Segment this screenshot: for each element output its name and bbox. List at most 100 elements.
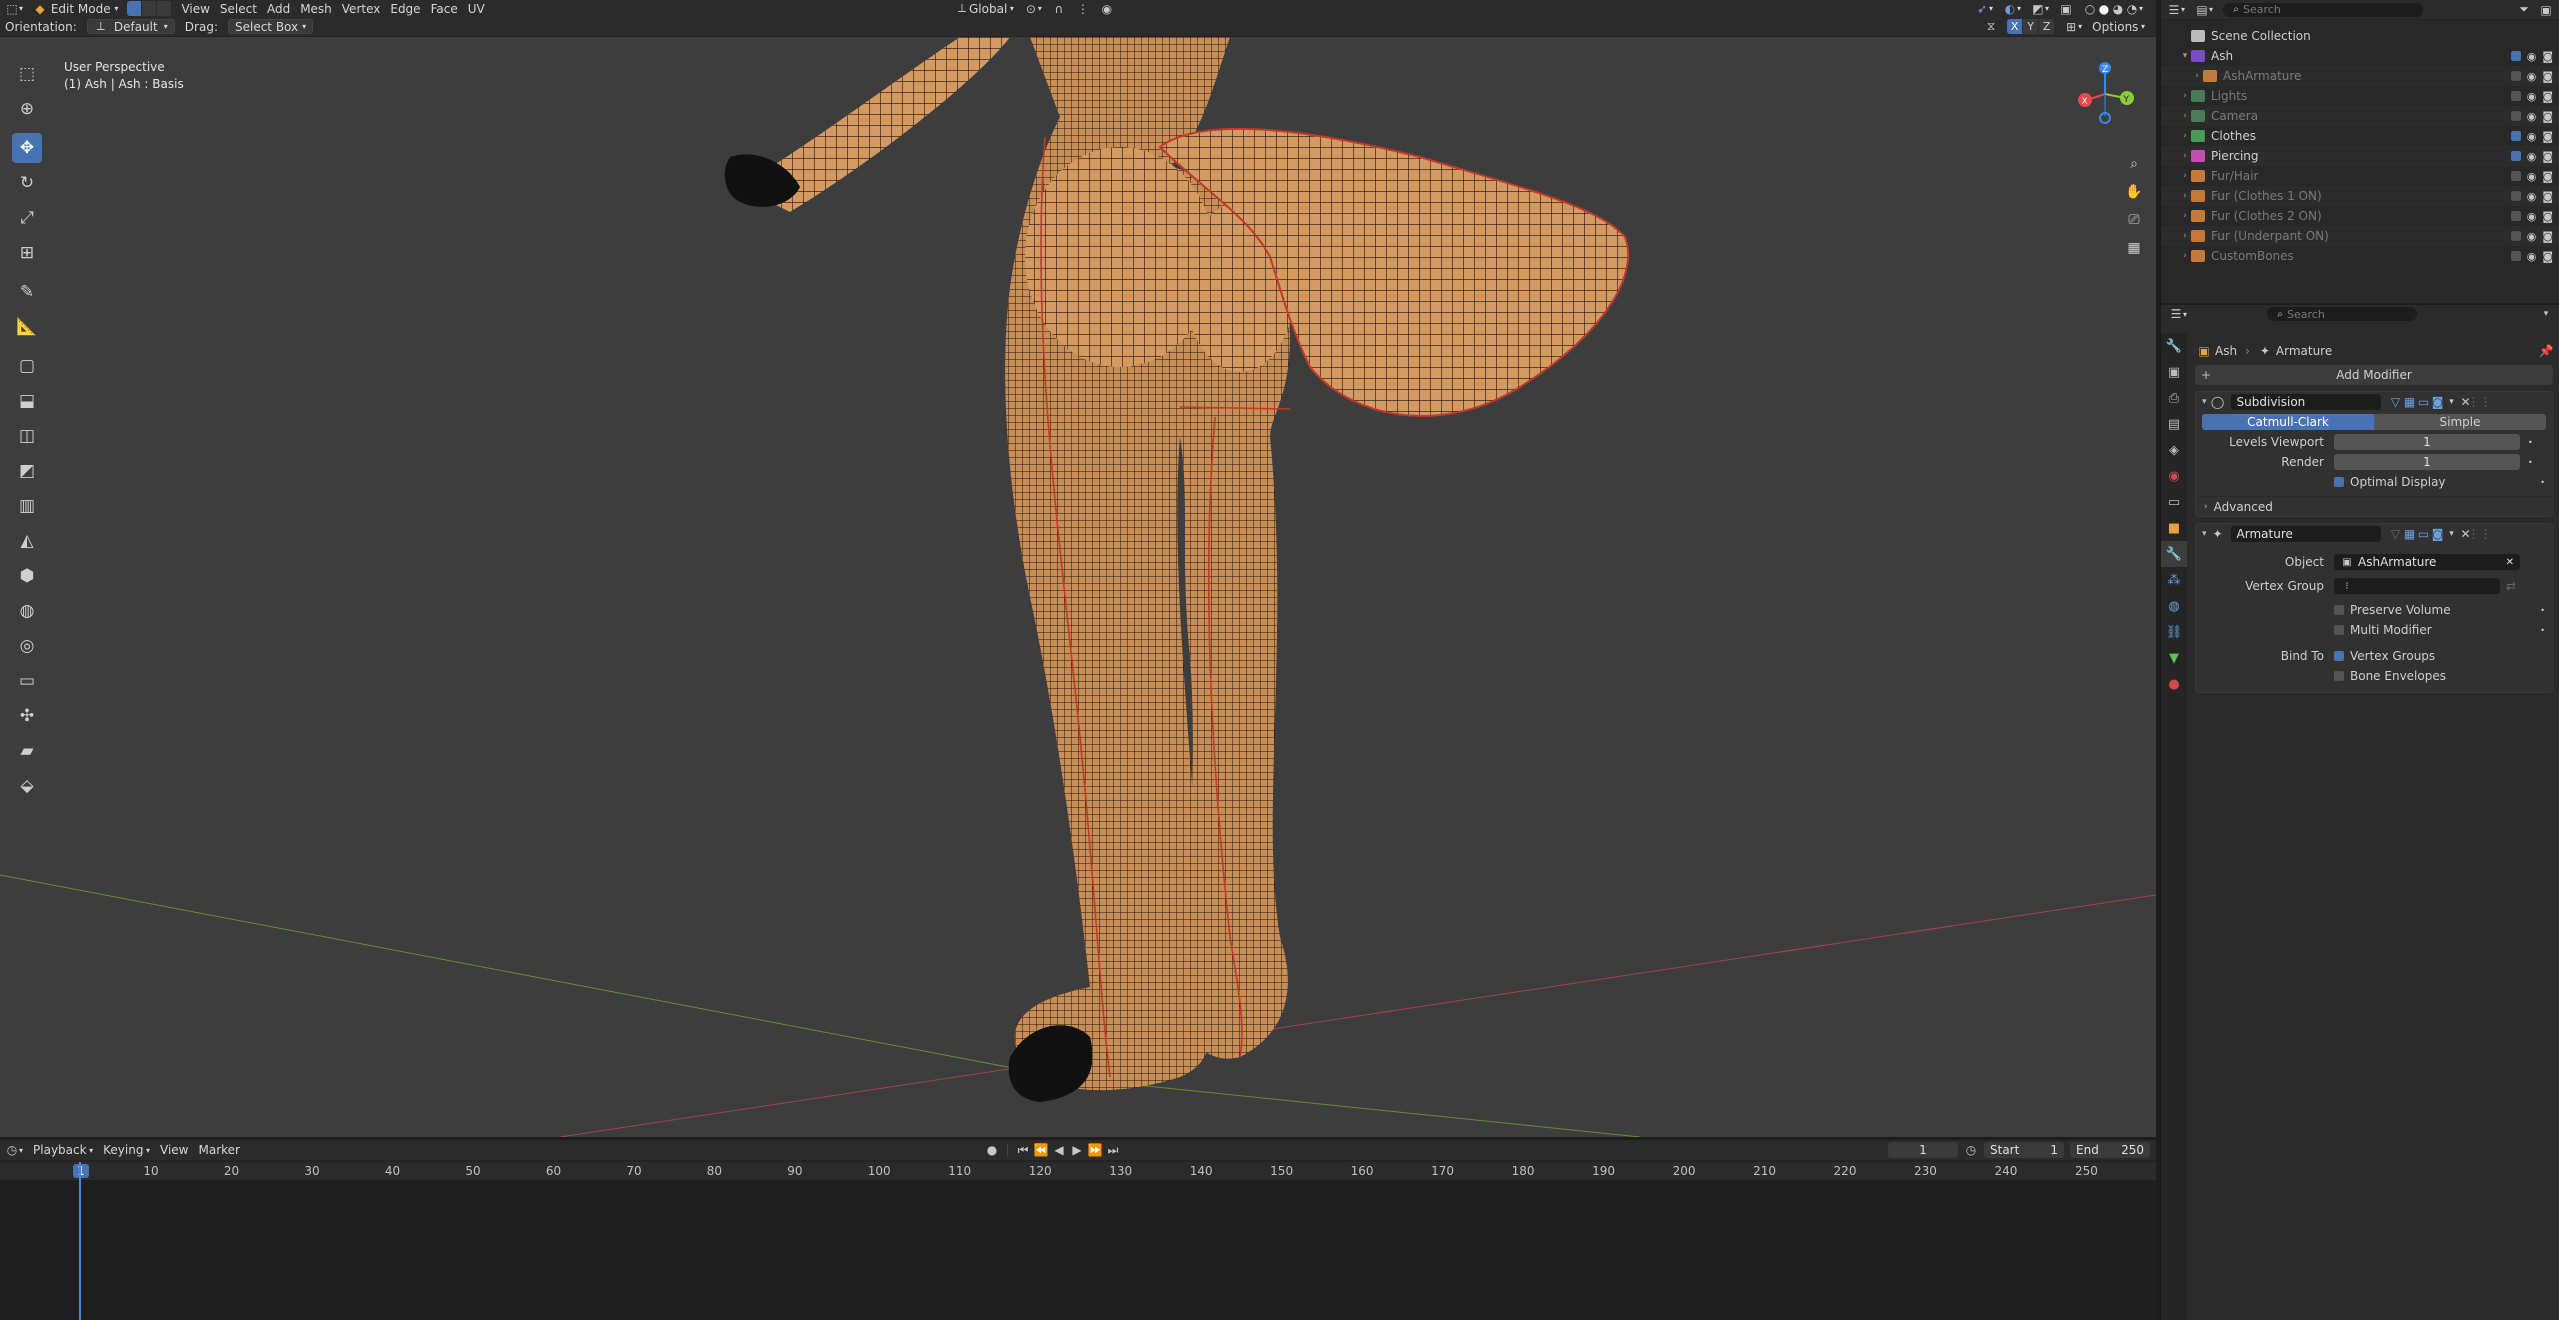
add-modifier-button[interactable]: + Add Modifier bbox=[2195, 365, 2553, 385]
outliner-editor-icon[interactable]: ☰ bbox=[2167, 3, 2181, 17]
mirror-icon-button[interactable]: ⧖ bbox=[1979, 19, 2003, 35]
extrude-tool[interactable]: ⬓ bbox=[12, 386, 42, 416]
timeline-ruler[interactable]: 1102030405060708090100110120130140150160… bbox=[0, 1162, 2156, 1180]
eye-icon[interactable]: ◉ bbox=[2527, 90, 2537, 103]
subdivision-name-field[interactable]: Subdivision bbox=[2230, 394, 2381, 410]
render-toggle-icon[interactable]: ◙ bbox=[2431, 527, 2445, 541]
annotate-tool[interactable]: ✎ bbox=[12, 277, 42, 307]
outliner-item[interactable]: › Camera ◉ ◙ bbox=[2161, 106, 2559, 126]
shear-tool[interactable]: ▰ bbox=[12, 736, 42, 766]
chevron-down-icon[interactable]: ▾ bbox=[2202, 397, 2207, 407]
clear-icon[interactable]: ✕ bbox=[2506, 557, 2514, 568]
exclude-checkbox[interactable] bbox=[2510, 211, 2521, 221]
tab-data[interactable]: ▼ bbox=[2161, 645, 2187, 671]
menu-keying[interactable]: Keying ▾ bbox=[98, 1142, 155, 1158]
transform-tool[interactable]: ⊞ bbox=[12, 238, 42, 268]
cursor-tool[interactable]: ⊕ bbox=[12, 94, 42, 124]
menu-select[interactable]: Select bbox=[215, 1, 262, 17]
vertex-groups-checkbox[interactable] bbox=[2334, 651, 2344, 661]
tab-simple[interactable]: Simple bbox=[2374, 414, 2546, 430]
exclude-checkbox[interactable] bbox=[2510, 251, 2521, 261]
new-collection-icon[interactable]: ▣ bbox=[2539, 3, 2553, 17]
ortho-toggle-button[interactable]: ▦ bbox=[2122, 236, 2146, 260]
filter-icon[interactable]: ⏷ bbox=[2517, 2, 2531, 17]
render-levels-field[interactable]: 1 bbox=[2334, 454, 2520, 470]
bevel-tool[interactable]: ◩ bbox=[12, 456, 42, 486]
end-frame-field[interactable]: End 250 bbox=[2070, 1142, 2150, 1158]
chevron-right-icon[interactable]: › bbox=[2179, 91, 2191, 101]
optimal-display-checkbox[interactable] bbox=[2334, 477, 2344, 487]
advanced-subpanel[interactable]: › Advanced bbox=[2196, 496, 2552, 516]
camera-icon[interactable]: ◙ bbox=[2542, 210, 2553, 223]
drag-handle-icon[interactable]: ⋮⋮ bbox=[2468, 395, 2492, 409]
tab-constraints[interactable]: ⛓ bbox=[2161, 619, 2187, 645]
pan-button[interactable]: ✋ bbox=[2122, 180, 2146, 204]
rip-region-tool[interactable]: ⬙ bbox=[12, 771, 42, 801]
xray-toggle[interactable]: ▣ bbox=[2054, 1, 2078, 17]
keyframe-dot-icon[interactable]: • bbox=[2540, 626, 2545, 635]
vertex-select-button[interactable] bbox=[127, 1, 143, 16]
tab-catmull-clark[interactable]: Catmull-Clark bbox=[2202, 414, 2374, 430]
timeline-keyframe-area[interactable] bbox=[0, 1162, 2156, 1320]
spin-tool[interactable]: ◍ bbox=[12, 596, 42, 626]
chevron-right-icon[interactable]: › bbox=[2191, 71, 2203, 81]
exclude-checkbox[interactable] bbox=[2510, 71, 2521, 81]
outliner-item[interactable]: › Clothes ◉ ◙ bbox=[2161, 126, 2559, 146]
outliner-item[interactable]: › CustomBones ◉ ◙ bbox=[2161, 246, 2559, 266]
keyframe-dot-icon[interactable]: • bbox=[2528, 438, 2533, 447]
preserve-volume-checkbox[interactable] bbox=[2334, 605, 2344, 615]
overlay-toggle[interactable]: ◐ ▾ bbox=[1998, 1, 2026, 17]
dropdown-icon[interactable]: ▾ bbox=[2445, 395, 2459, 409]
prev-keyframe-icon[interactable]: ⏪ bbox=[1034, 1143, 1049, 1157]
eye-icon[interactable]: ◉ bbox=[2527, 130, 2537, 143]
chevron-right-icon[interactable]: › bbox=[2179, 251, 2191, 261]
camera-icon[interactable]: ◙ bbox=[2542, 230, 2553, 243]
menu-marker[interactable]: Marker bbox=[193, 1142, 244, 1158]
tab-object[interactable]: ■ bbox=[2161, 515, 2187, 541]
eye-icon[interactable]: ◉ bbox=[2527, 50, 2537, 63]
outliner-search[interactable]: ⌕ Search bbox=[2223, 2, 2424, 17]
snap-toggle[interactable]: ∩ bbox=[1047, 1, 1071, 17]
menu-timeline-view[interactable]: View bbox=[155, 1142, 193, 1158]
outliner-item[interactable]: › Fur (Clothes 1 ON) ◉ ◙ bbox=[2161, 186, 2559, 206]
add-cube-tool[interactable]: ▢ bbox=[12, 351, 42, 381]
chevron-down-icon[interactable]: ▾ bbox=[2179, 51, 2191, 61]
menu-face[interactable]: Face bbox=[426, 1, 463, 17]
eye-icon[interactable]: ◉ bbox=[2527, 250, 2537, 263]
tab-scene[interactable]: ◈ bbox=[2161, 437, 2187, 463]
render-toggle-icon[interactable]: ◙ bbox=[2431, 395, 2445, 409]
camera-icon[interactable]: ◙ bbox=[2542, 90, 2553, 103]
display-mode-icon[interactable]: ▤ bbox=[2195, 3, 2209, 17]
menu-mesh[interactable]: Mesh bbox=[295, 1, 337, 17]
chevron-right-icon[interactable]: › bbox=[2179, 231, 2191, 241]
multi-modifier-checkbox[interactable] bbox=[2334, 625, 2344, 635]
exclude-checkbox[interactable] bbox=[2510, 231, 2521, 241]
move-tool[interactable]: ✥ bbox=[12, 133, 42, 163]
edit-mode-toggle-icon[interactable]: ▽ bbox=[2389, 527, 2403, 541]
face-select-button[interactable] bbox=[157, 1, 173, 16]
camera-icon[interactable]: ◙ bbox=[2542, 190, 2553, 203]
tab-view-layer[interactable]: ▤ bbox=[2161, 411, 2187, 437]
menu-edge[interactable]: Edge bbox=[385, 1, 425, 17]
select-box-tool[interactable]: ⬚ bbox=[12, 59, 42, 89]
eye-icon[interactable]: ◉ bbox=[2527, 170, 2537, 183]
tab-physics[interactable]: ◍ bbox=[2161, 593, 2187, 619]
gizmo-toggle[interactable]: ➶ ▾ bbox=[1970, 1, 1998, 17]
mirror-z-toggle[interactable]: Z bbox=[2039, 19, 2056, 34]
editor-type-button[interactable]: ⬚ ▾ bbox=[0, 1, 28, 17]
next-keyframe-icon[interactable]: ⏩ bbox=[1088, 1143, 1103, 1157]
edge-select-button[interactable] bbox=[142, 1, 158, 16]
exclude-checkbox[interactable] bbox=[2510, 191, 2521, 201]
viewport-toggle-icon[interactable]: ▭ bbox=[2417, 527, 2431, 541]
tab-material[interactable]: ● bbox=[2161, 671, 2187, 697]
chevron-right-icon[interactable]: › bbox=[2179, 131, 2191, 141]
tab-modifiers[interactable]: 🔧 bbox=[2161, 541, 2187, 567]
scale-tool[interactable]: ⤢ bbox=[12, 203, 42, 233]
outliner-item[interactable]: › Fur/Hair ◉ ◙ bbox=[2161, 166, 2559, 186]
camera-icon[interactable]: ◙ bbox=[2542, 110, 2553, 123]
inset-tool[interactable]: ◫ bbox=[12, 421, 42, 451]
proportional-edit-toggle[interactable]: ◉ bbox=[1095, 1, 1119, 17]
edge-slide-tool[interactable]: ▭ bbox=[12, 666, 42, 696]
pin-icon[interactable]: 📌 bbox=[2539, 344, 2554, 358]
levels-viewport-field[interactable]: 1 bbox=[2334, 434, 2520, 450]
